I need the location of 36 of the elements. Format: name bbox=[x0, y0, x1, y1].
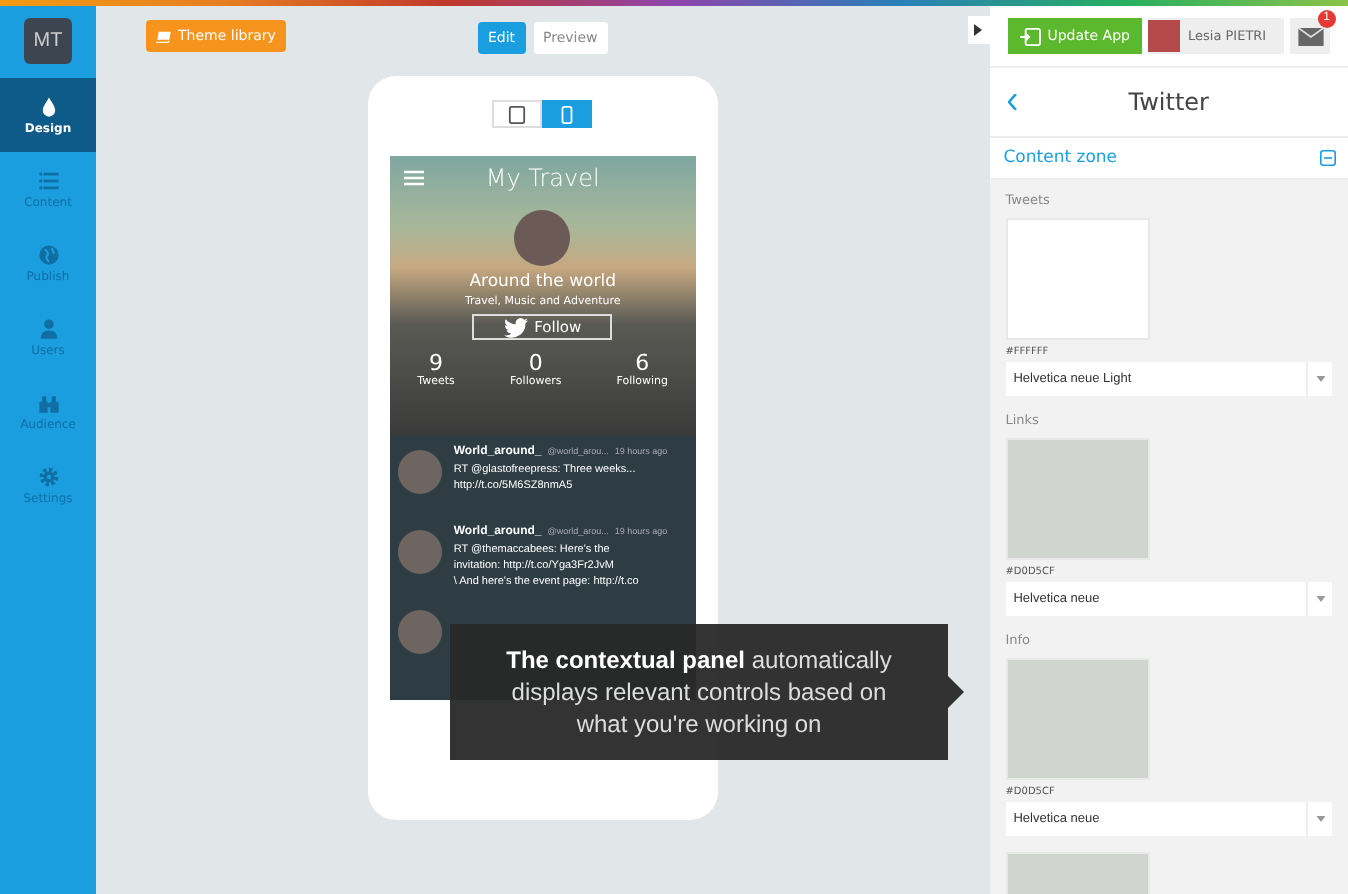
tweet-avatar bbox=[397, 450, 442, 494]
stat-value: 0 bbox=[528, 350, 543, 376]
back-button[interactable] bbox=[1007, 94, 1020, 112]
user-avatar bbox=[1148, 20, 1180, 52]
phone-icon bbox=[558, 105, 577, 123]
user-icon bbox=[37, 317, 59, 339]
profile-avatar bbox=[514, 210, 571, 266]
color-swatch[interactable] bbox=[1005, 658, 1150, 780]
collapse-button[interactable] bbox=[967, 16, 990, 44]
tablet-icon bbox=[508, 105, 527, 123]
tablet-view-button[interactable] bbox=[492, 100, 543, 128]
caret-icon bbox=[1315, 816, 1325, 822]
collapse-icon[interactable] bbox=[1320, 150, 1336, 166]
tweet-avatar bbox=[397, 530, 442, 574]
color-swatch[interactable] bbox=[1005, 438, 1150, 560]
app-logo: MT bbox=[24, 18, 72, 64]
settings-icon bbox=[37, 465, 59, 487]
menu-icon[interactable] bbox=[403, 170, 424, 186]
globe-icon bbox=[37, 243, 59, 265]
tweet-avatar bbox=[397, 610, 442, 654]
list-icon bbox=[37, 169, 59, 191]
caret-icon bbox=[1315, 596, 1325, 602]
caret-icon bbox=[1315, 376, 1325, 382]
binoculars-icon bbox=[37, 391, 59, 413]
layers-icon bbox=[156, 29, 172, 43]
envelope-icon bbox=[1297, 27, 1323, 45]
bird-icon bbox=[504, 317, 529, 337]
panel-title: Twitter bbox=[1128, 88, 1209, 116]
section-title: Content zone bbox=[1003, 148, 1118, 168]
stat-value: 9 bbox=[429, 350, 444, 376]
caret-icon bbox=[974, 24, 983, 36]
drop-icon bbox=[37, 95, 59, 117]
profile-name: Around the world bbox=[469, 272, 616, 292]
stat-value: 6 bbox=[635, 350, 650, 376]
app-title: My Travel bbox=[485, 164, 600, 192]
tooltip-text: The contextual panel automatically displays relevant controls based on what you're working on bbox=[504, 644, 894, 740]
